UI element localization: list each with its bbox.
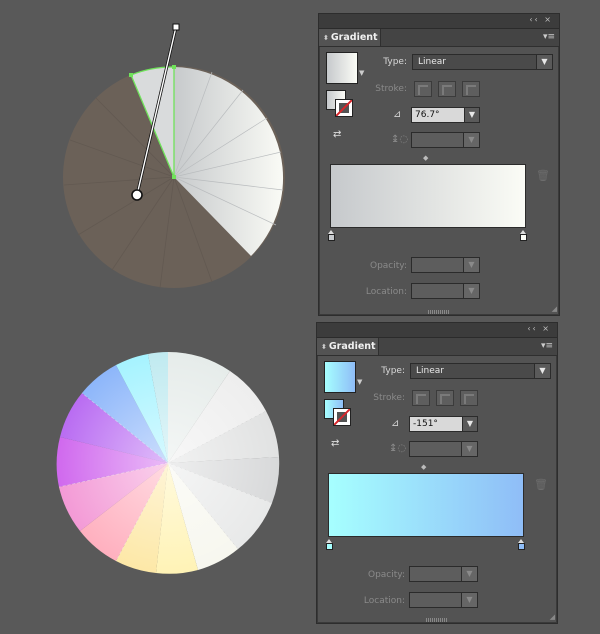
stroke-across-button[interactable] (462, 81, 480, 97)
stroke-label: Stroke: (375, 84, 407, 94)
opacity-label: Opacity: (368, 570, 405, 580)
location-label: Location: (365, 287, 407, 297)
chevron-down-icon[interactable]: ▼ (359, 69, 364, 77)
type-label: Type: (383, 57, 407, 67)
stroke-along-button[interactable] (436, 390, 454, 406)
location-label: Location: (363, 596, 405, 606)
gradient-swatch[interactable] (324, 361, 356, 393)
stroke-box[interactable] (333, 408, 351, 426)
midpoint-diamond-icon[interactable]: ◆ (423, 154, 428, 162)
bottom-color-wheel[interactable] (0, 320, 300, 620)
close-icon[interactable]: × (542, 324, 551, 333)
chevron-down-icon[interactable]: ▼ (463, 258, 479, 272)
stroke-label: Stroke: (373, 393, 405, 403)
tab-collapse-icon[interactable]: ⬍ (321, 343, 327, 351)
stroke-across-button[interactable] (460, 390, 478, 406)
gradient-end-handle[interactable] (172, 23, 180, 31)
aspect-ratio-dropdown[interactable]: ▼ (409, 441, 478, 457)
tab-gradient[interactable]: ⬍ Gradient (319, 29, 381, 46)
top-color-wheel[interactable] (0, 0, 300, 300)
chevron-down-icon[interactable]: ▼ (534, 364, 550, 378)
location-dropdown[interactable]: ▼ (411, 283, 480, 299)
opacity-dropdown[interactable]: ▼ (409, 566, 478, 582)
resize-corner-icon[interactable]: ◢ (550, 613, 555, 621)
panel-resize-grip[interactable] (426, 618, 448, 622)
stroke-within-button[interactable] (412, 390, 430, 406)
angle-input[interactable]: 76.7° (411, 107, 465, 123)
anchor-point[interactable] (172, 175, 176, 179)
panel-menu-icon[interactable]: ▾≡ (543, 32, 555, 42)
tab-gradient[interactable]: ⬍ Gradient (317, 338, 379, 355)
chevron-down-icon[interactable]: ▼ (357, 378, 362, 386)
close-icon[interactable]: × (544, 15, 553, 24)
gradient-stop-end[interactable] (520, 230, 527, 241)
opacity-dropdown[interactable]: ▼ (411, 257, 480, 273)
panel-tab-row: ⬍ Gradient ▾≡ (317, 338, 557, 356)
stroke-along-button[interactable] (438, 81, 456, 97)
stroke-within-button[interactable] (414, 81, 432, 97)
midpoint-diamond-icon[interactable]: ◆ (421, 463, 426, 471)
reverse-gradient-icon[interactable]: ⇄ (331, 437, 347, 451)
type-label: Type: (381, 366, 405, 376)
chevron-down-icon[interactable]: ▼ (463, 133, 479, 147)
angle-icon: ⊿ (393, 109, 402, 120)
panel-resize-grip[interactable] (428, 310, 450, 314)
gradient-slider[interactable] (328, 473, 524, 537)
angle-input[interactable]: -151° (409, 416, 463, 432)
panel-titlebar[interactable]: ‹‹ × (317, 323, 557, 338)
wheel-segments (56, 352, 280, 574)
fill-stroke-indicator[interactable] (326, 90, 354, 118)
panel-tab-row: ⬍ Gradient ▾≡ (319, 29, 559, 47)
location-dropdown[interactable]: ▼ (409, 592, 478, 608)
trash-icon[interactable]: 🗑 (536, 169, 550, 182)
gradient-swatch[interactable] (326, 52, 358, 84)
opacity-label: Opacity: (370, 261, 407, 271)
angle-dropdown[interactable]: ▼ (464, 107, 480, 123)
stroke-box[interactable] (335, 99, 353, 117)
aspect-ratio-dropdown[interactable]: ▼ (411, 132, 480, 148)
panel-menu-icon[interactable]: ▾≡ (541, 341, 553, 351)
angle-icon: ⊿ (391, 418, 400, 429)
gradient-slider[interactable] (330, 164, 526, 228)
fill-stroke-indicator[interactable] (324, 399, 352, 427)
anchor-point[interactable] (129, 73, 133, 77)
gradient-stop-end[interactable] (518, 539, 525, 550)
trash-icon[interactable]: 🗑 (534, 478, 548, 491)
resize-corner-icon[interactable]: ◢ (552, 305, 557, 313)
gradient-panel-bottom: ‹‹ × ⬍ Gradient ▾≡ ▼ ⇄ Type: Linear ▼ Str… (316, 322, 558, 624)
chevron-down-icon[interactable]: ▼ (461, 593, 477, 607)
angle-dropdown[interactable]: ▼ (462, 416, 478, 432)
double-chevron-left-icon[interactable]: ‹‹ (527, 324, 537, 333)
gradient-stop-start[interactable] (328, 230, 335, 241)
aspect-ratio-icon: ↨◌ (389, 443, 407, 454)
chevron-down-icon[interactable]: ▼ (463, 417, 477, 431)
chevron-down-icon[interactable]: ▼ (536, 55, 552, 69)
gradient-origin-handle[interactable] (131, 189, 143, 201)
chevron-down-icon[interactable]: ▼ (461, 442, 477, 456)
tab-collapse-icon[interactable]: ⬍ (323, 34, 329, 42)
reverse-gradient-icon[interactable]: ⇄ (333, 128, 349, 142)
canvas: ‹‹ × ⬍ Gradient ▾≡ ▼ ⇄ Type: Linear ▼ Str… (0, 0, 600, 634)
panel-titlebar[interactable]: ‹‹ × (319, 14, 559, 29)
chevron-down-icon[interactable]: ▼ (465, 108, 479, 122)
aspect-ratio-icon: ↨◌ (391, 134, 409, 145)
anchor-point[interactable] (172, 65, 176, 69)
type-dropdown[interactable]: Linear ▼ (410, 363, 551, 379)
gradient-stop-start[interactable] (326, 539, 333, 550)
chevron-down-icon[interactable]: ▼ (461, 567, 477, 581)
double-chevron-left-icon[interactable]: ‹‹ (529, 15, 539, 24)
chevron-down-icon[interactable]: ▼ (463, 284, 479, 298)
type-dropdown[interactable]: Linear ▼ (412, 54, 553, 70)
gradient-panel-top: ‹‹ × ⬍ Gradient ▾≡ ▼ ⇄ Type: Linear ▼ Str… (318, 13, 560, 316)
